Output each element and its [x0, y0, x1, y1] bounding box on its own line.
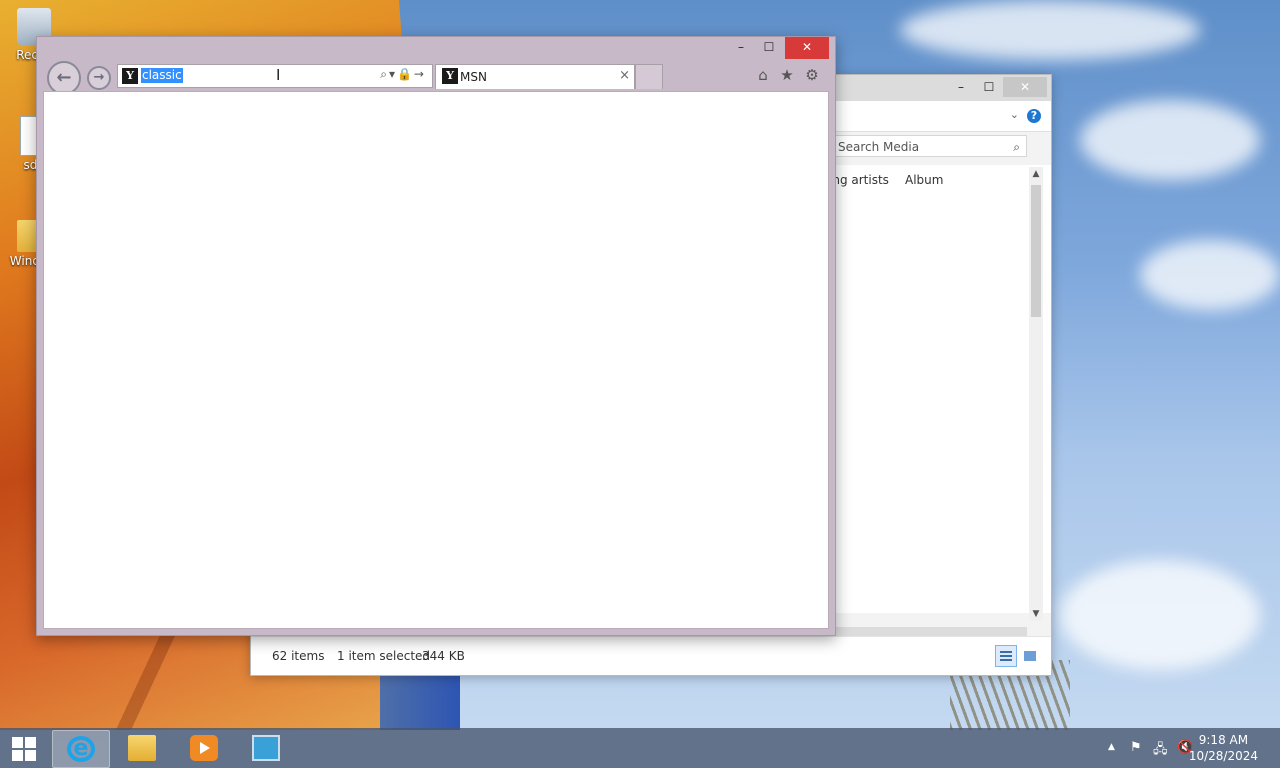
windows-logo-icon-part [25, 737, 36, 748]
tab-msn[interactable]: Y MSN × [435, 64, 635, 89]
system-clock[interactable]: 9:18 AM 10/28/2024 [1189, 732, 1258, 764]
address-tools[interactable]: ⌕▾🔒→ [380, 67, 426, 82]
scroll-down-icon[interactable]: ▼ [1029, 609, 1043, 619]
close-button[interactable]: ✕ [1003, 77, 1047, 97]
taskbar-control-panel[interactable] [238, 730, 294, 766]
network-icon[interactable]: 🖧 [1153, 740, 1168, 762]
search-placeholder: Search Media [838, 140, 920, 154]
chevron-down-icon[interactable]: ⌄ [1010, 108, 1019, 121]
windows-logo-icon-part [12, 750, 23, 761]
browser-viewport[interactable] [43, 91, 829, 629]
minimize-button[interactable]: – [947, 77, 975, 97]
taskbar-media-player[interactable] [176, 730, 232, 766]
vertical-scrollbar[interactable]: ▲ ▼ [1029, 167, 1043, 621]
details-view-button[interactable] [995, 645, 1017, 667]
cloud [900, 0, 1200, 60]
browser-window: – ☐ ✕ ← → Y classic I ⌕▾🔒→ Y MSN × ⌂ ★ ⚙ [36, 36, 836, 636]
new-tab-button[interactable] [635, 64, 663, 89]
cloud [1140, 240, 1280, 310]
tab-title: MSN [460, 70, 487, 84]
clock-time: 9:18 AM [1198, 733, 1249, 747]
clock-date: 10/28/2024 [1188, 749, 1258, 763]
favorites-star-icon[interactable]: ★ [777, 65, 797, 85]
selection-size: 344 KB [422, 649, 465, 663]
column-header-artists[interactable]: ing artists [829, 173, 889, 187]
status-bar: 62 items 1 item selected 344 KB [251, 636, 1051, 675]
show-hidden-icons-chevron-icon[interactable]: ▲ [1108, 742, 1115, 752]
text-cursor-icon: I [276, 66, 281, 84]
forward-button[interactable]: → [87, 66, 111, 90]
home-icon[interactable]: ⌂ [753, 65, 773, 85]
address-bar[interactable]: Y classic I ⌕▾🔒→ [117, 64, 433, 88]
scroll-up-icon[interactable]: ▲ [1029, 169, 1043, 179]
scrollbar-thumb[interactable] [1031, 185, 1041, 317]
item-count: 62 items [272, 649, 325, 663]
thumbnails-view-icon [1024, 651, 1036, 661]
details-view-icon [1000, 651, 1012, 661]
help-icon[interactable]: ? [1027, 109, 1041, 123]
thumbnails-view-button[interactable] [1019, 645, 1041, 667]
close-button[interactable]: ✕ [785, 37, 829, 59]
maximize-button[interactable]: ☐ [755, 37, 783, 59]
address-input-value[interactable]: classic [141, 68, 183, 83]
windows-logo-icon-part [25, 750, 36, 761]
control-panel-icon [252, 735, 280, 761]
selection-status: 1 item selected [337, 649, 431, 663]
back-button[interactable]: ← [47, 61, 81, 95]
internet-explorer-icon: e [67, 736, 95, 762]
file-explorer-icon [128, 735, 156, 761]
media-player-icon [190, 735, 218, 761]
start-button[interactable] [12, 737, 36, 761]
taskbar-file-explorer[interactable] [114, 730, 170, 766]
maximize-button[interactable]: ☐ [975, 77, 1003, 97]
taskbar-internet-explorer[interactable]: e [52, 730, 110, 768]
cloud [1060, 560, 1260, 670]
taskbar: e ▲ ⚑ 🖧 🔇 9:18 AM 10/28/2024 [0, 728, 1280, 768]
tab-close-icon[interactable]: × [619, 68, 630, 83]
windows-logo-icon [12, 737, 23, 748]
cloud [1080, 100, 1260, 180]
search-icon[interactable]: ⌕ [1013, 136, 1020, 158]
action-center-flag-icon[interactable]: ⚑ [1130, 740, 1142, 755]
minimize-button[interactable]: – [727, 37, 755, 59]
tab-favicon-icon: Y [442, 68, 458, 84]
site-favicon-icon: Y [122, 68, 138, 84]
column-header-album[interactable]: Album [905, 173, 943, 187]
search-media-input[interactable]: Search Media ⌕ [833, 135, 1027, 157]
settings-gear-icon[interactable]: ⚙ [802, 65, 822, 85]
